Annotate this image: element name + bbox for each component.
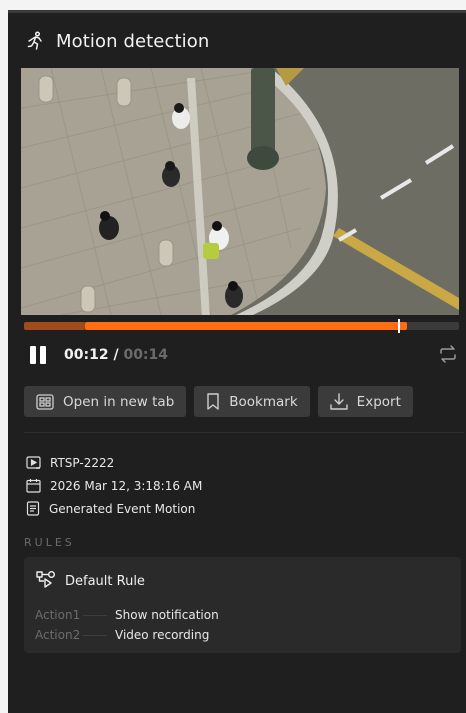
video-player[interactable] [21, 68, 459, 315]
rule-action-name: Action2 [35, 628, 81, 642]
source-name: RTSP-2222 [50, 455, 115, 470]
section-divider [24, 432, 464, 433]
progress-buffered [24, 322, 85, 330]
time-readout: 00:12 / 00:14 [64, 347, 168, 363]
current-time: 00:12 [64, 347, 109, 363]
rule-action-separator [83, 634, 107, 636]
download-icon [329, 392, 348, 411]
progress-handle[interactable] [398, 319, 401, 333]
rule-action-separator [83, 614, 107, 616]
open-in-new-tab-label: Open in new tab [63, 393, 175, 410]
open-tab-icon [36, 393, 54, 410]
rule-action-value: Video recording [115, 628, 210, 642]
document-icon [26, 501, 40, 516]
pause-icon-bar [40, 346, 46, 364]
video-frame [21, 68, 459, 315]
rule-card: Default Rule Action1 Show notification A… [24, 557, 461, 653]
player-controls: 00:12 / 00:14 [30, 344, 458, 366]
total-time: 00:14 [123, 347, 169, 363]
datetime-row: 2026 Mar 12, 3:18:16 AM [26, 474, 202, 497]
rule-action-row: Action2 Video recording [35, 625, 219, 645]
pause-icon-bar [30, 346, 36, 364]
progress-played [84, 322, 407, 330]
pause-button[interactable] [30, 346, 48, 364]
rules-section-label: RULES [24, 536, 75, 549]
bookmark-button[interactable]: Bookmark [194, 386, 310, 417]
page-title: Motion detection [56, 30, 210, 52]
loop-icon[interactable] [438, 344, 458, 368]
bookmark-label: Bookmark [229, 393, 298, 410]
rule-flow-icon [36, 570, 58, 592]
rule-action-name: Action1 [35, 608, 81, 622]
export-label: Export [356, 393, 401, 410]
progress-bar[interactable] [24, 319, 459, 333]
motion-detection-panel: Motion detection 00:12 / 00:14 Open in n… [8, 10, 466, 713]
event-datetime: 2026 Mar 12, 3:18:16 AM [50, 478, 203, 493]
event-metadata: RTSP-2222 2026 Mar 12, 3:18:16 AM Genera… [26, 451, 202, 520]
event-type: Generated Event Motion [49, 501, 196, 516]
open-in-new-tab-button[interactable]: Open in new tab [24, 386, 187, 417]
motion-running-icon [26, 31, 46, 51]
camera-stream-icon [26, 455, 41, 470]
time-separator: / [108, 347, 124, 363]
calendar-icon [26, 478, 41, 493]
rule-title: Default Rule [65, 573, 145, 589]
rule-actions-list: Action1 Show notification Action2 Video … [35, 605, 219, 645]
rule-header: Default Rule [36, 570, 145, 592]
event-type-row: Generated Event Motion [26, 497, 202, 520]
bookmark-icon [206, 393, 220, 410]
panel-header: Motion detection [26, 28, 209, 54]
source-row: RTSP-2222 [26, 451, 202, 474]
export-button[interactable]: Export [317, 386, 413, 417]
panel-top-border [8, 10, 466, 13]
rule-action-value: Show notification [115, 608, 219, 622]
action-buttons: Open in new tab Bookmark Export [24, 386, 413, 417]
rule-action-row: Action1 Show notification [35, 605, 219, 625]
